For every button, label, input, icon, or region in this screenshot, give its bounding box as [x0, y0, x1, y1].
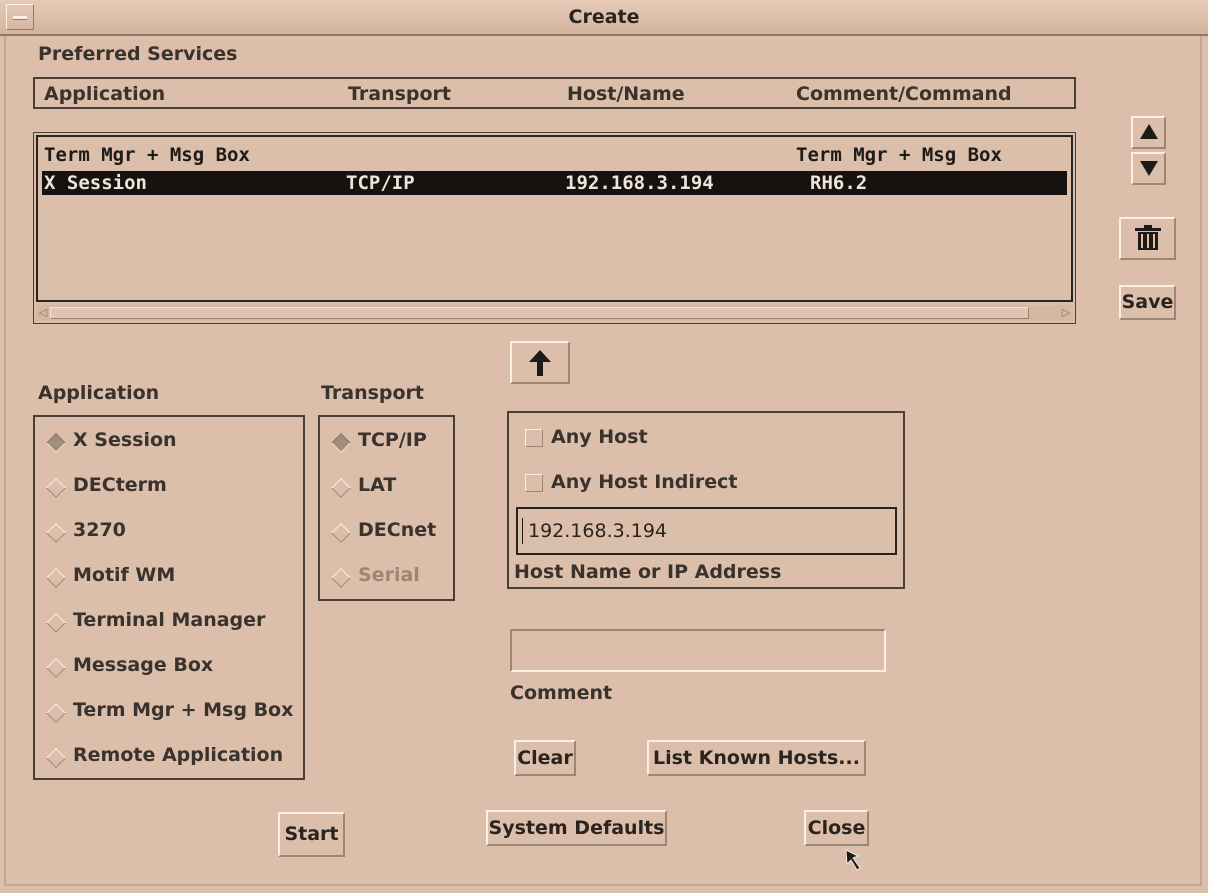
triangle-up-icon	[1139, 124, 1158, 139]
radio-indicator-selected	[46, 433, 66, 453]
radio-indicator	[46, 613, 66, 633]
radio-indicator	[46, 658, 66, 678]
add-entry-button[interactable]	[510, 341, 570, 384]
any-host-indirect-checkbox[interactable]	[525, 474, 543, 492]
triangle-down-icon	[1139, 161, 1158, 176]
scrollbar-thumb[interactable]	[50, 307, 1029, 319]
row-comment: RH6.2	[810, 172, 868, 194]
radio-indicator	[46, 703, 66, 723]
host-group: Any Host Any Host Indirect 192.168.3.194…	[507, 411, 905, 589]
row-host: 192.168.3.194	[565, 172, 714, 194]
services-column-header: Application Transport Host/Name Comment/…	[33, 77, 1076, 109]
host-name-input[interactable]: 192.168.3.194	[516, 507, 897, 555]
radio-indicator-selected	[331, 433, 351, 453]
services-list-viewport: Term Mgr + Msg Box Term Mgr + Msg Box X …	[36, 135, 1073, 302]
save-button[interactable]: Save	[1119, 285, 1176, 320]
trash-can-icon	[1134, 225, 1161, 250]
delete-button[interactable]	[1119, 217, 1176, 260]
row-application: X Session	[44, 172, 147, 194]
radio-indicator	[331, 568, 351, 588]
close-button[interactable]: Close	[804, 810, 869, 846]
transport-label: Transport	[321, 382, 425, 404]
text-cursor	[522, 518, 523, 544]
radio-indicator	[331, 478, 351, 498]
move-up-button[interactable]	[1131, 116, 1166, 149]
list-known-hosts-button[interactable]: List Known Hosts...	[647, 740, 866, 776]
row-comment: Term Mgr + Msg Box	[796, 144, 1002, 166]
horizontal-scrollbar[interactable]: ◁ ▷	[36, 305, 1073, 321]
mouse-pointer-icon	[845, 849, 861, 871]
host-name-value: 192.168.3.194	[528, 520, 668, 542]
row-application: Term Mgr + Msg Box	[44, 144, 250, 166]
comment-label: Comment	[510, 682, 613, 704]
table-row-selected[interactable]: X Session TCP/IP 192.168.3.194 RH6.2	[42, 171, 1067, 195]
row-transport: TCP/IP	[346, 172, 415, 194]
system-defaults-button[interactable]: System Defaults	[486, 810, 667, 846]
start-button[interactable]: Start	[278, 812, 345, 857]
radio-indicator	[46, 478, 66, 498]
window-title: Create	[568, 6, 640, 28]
column-header-comment: Comment/Command	[796, 83, 1012, 105]
scroll-left-arrow-icon[interactable]: ◁	[36, 305, 50, 321]
radio-indicator	[331, 523, 351, 543]
any-host-indirect-label: Any Host Indirect	[551, 471, 738, 493]
column-header-transport: Transport	[348, 83, 452, 105]
radio-indicator	[46, 748, 66, 768]
preferred-services-list[interactable]: Term Mgr + Msg Box Term Mgr + Msg Box X …	[33, 132, 1076, 324]
arrow-up-icon	[529, 350, 551, 376]
clear-button[interactable]: Clear	[514, 740, 576, 776]
scroll-right-arrow-icon[interactable]: ▷	[1059, 305, 1073, 321]
column-header-application: Application	[44, 83, 166, 105]
radio-indicator	[46, 523, 66, 543]
title-bar[interactable]: Create	[0, 0, 1208, 36]
move-down-button[interactable]	[1131, 152, 1166, 185]
table-row[interactable]: Term Mgr + Msg Box Term Mgr + Msg Box	[42, 143, 1067, 167]
any-host-label: Any Host	[551, 426, 648, 448]
application-group: X Session DECterm 3270 Motif WM Terminal…	[33, 415, 305, 780]
transport-group: TCP/IP LAT DECnet Serial	[318, 415, 455, 601]
any-host-checkbox[interactable]	[525, 429, 543, 447]
preferred-services-label: Preferred Services	[38, 43, 238, 65]
application-label: Application	[38, 382, 160, 404]
column-header-host: Host/Name	[567, 83, 685, 105]
radio-indicator	[46, 568, 66, 588]
comment-input[interactable]	[510, 629, 886, 672]
host-name-label: Host Name or IP Address	[514, 561, 782, 583]
